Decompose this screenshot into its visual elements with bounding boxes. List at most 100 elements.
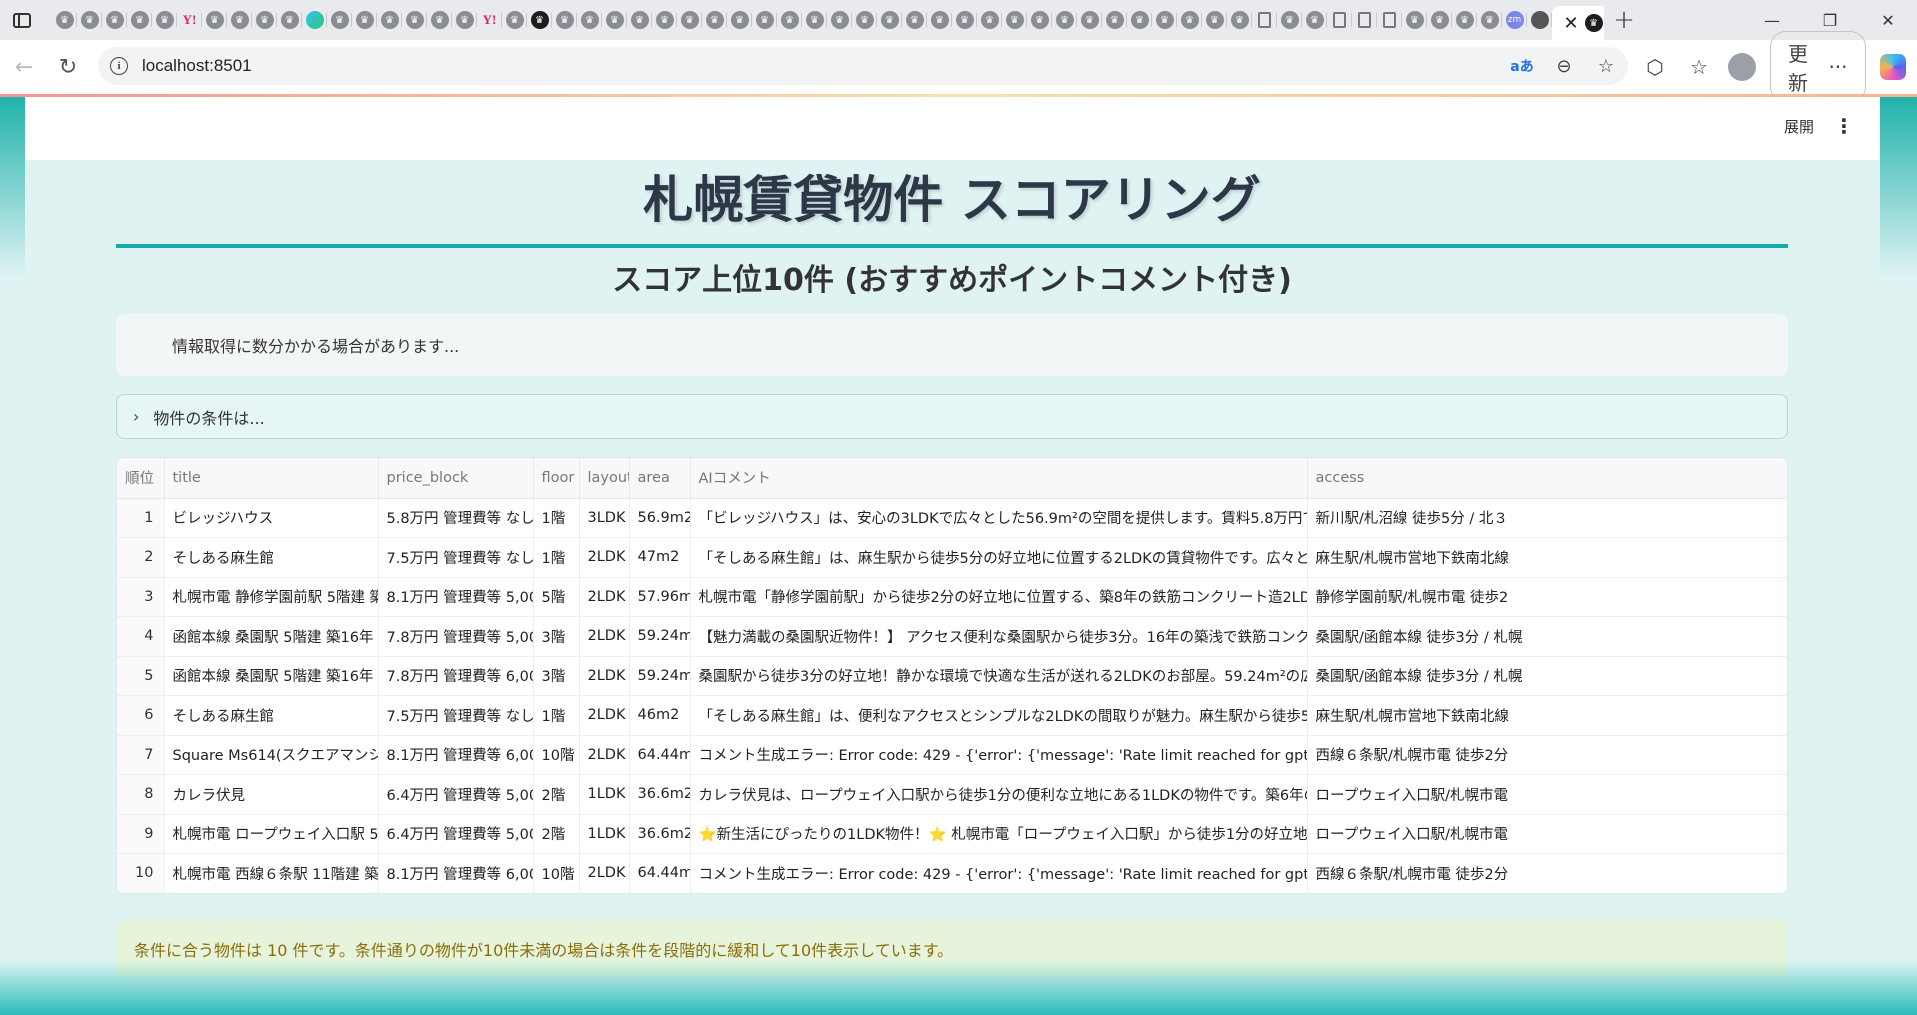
browser-tab[interactable]: ♛ [52,0,77,40]
cell-access[interactable]: 桑園駅/函館本線 徒歩3分 / 札幌 [1307,616,1787,657]
table-row[interactable]: 1 ビレッジハウス 5.8万円 管理費等 なし 1階 3LDK 56.9m2 「ビレッジハウ… [117,498,1787,538]
cell-layout[interactable]: 2LDK [579,695,630,736]
cell-rank[interactable]: 10 [117,853,165,893]
cell-title[interactable]: 函館本線 桑園駅 5階建 築16年 [164,656,379,696]
browser-tab[interactable]: ♛ [1202,0,1227,40]
info-icon[interactable]: i [110,57,128,75]
extensions-icon[interactable]: ⬡ [1640,55,1670,79]
table-row[interactable]: 8カレラ伏見6.4万円 管理費等 5,000円2階1LDK36.6m2カレラ伏見… [117,774,1787,815]
browser-tab[interactable]: ♛ [77,0,102,40]
conditions-expander[interactable]: › 物件の条件は... [116,394,1788,439]
browser-tab[interactable]: ♛ [977,0,1002,40]
zoom-out-icon[interactable]: ⊖ [1552,56,1576,77]
browser-tab[interactable]: ♛ [1477,0,1502,40]
table-row[interactable]: 10札幌市電 西線６条駅 11階建 築23年8.1万円 管理費等 6,000円1… [117,853,1787,893]
browser-tab[interactable] [1377,0,1402,40]
cell-price[interactable]: 6.4万円 管理費等 5,000円 [378,814,534,854]
browser-tab[interactable]: zm [1502,0,1527,40]
cell-layout[interactable]: 1LDK [579,774,630,815]
browser-tab[interactable]: ♛ [827,0,852,40]
new-tab-icon[interactable]: + [1604,5,1644,35]
cell-access[interactable]: 西線６条駅/札幌市電 徒歩2分 [1307,735,1787,775]
browser-tab[interactable]: ♛ [1077,0,1102,40]
cell-price[interactable]: 7.8万円 管理費等 5,000円 [378,616,534,657]
cell-access[interactable]: 桑園駅/函館本線 徒歩3分 / 札幌 [1307,656,1787,696]
table-row[interactable]: 9札幌市電 ロープウェイ入口駅 5階建6.4万円 管理費等 5,000円2階1L… [117,814,1787,854]
cell-layout[interactable]: 2LDK [579,735,630,775]
column-header[interactable]: price_block [378,458,534,499]
results-table[interactable]: 順位 title price_block floor layout area AIコメント a… [116,457,1788,894]
browser-tab[interactable]: ♛ [227,0,252,40]
cell-floor[interactable]: 5階 [533,577,580,617]
browser-tab[interactable]: ♛ [252,0,277,40]
cell-rank[interactable]: 8 [117,774,165,815]
cell-floor[interactable]: 10階 [533,735,580,775]
cell-layout[interactable]: 2LDK [579,577,630,617]
browser-tab[interactable]: ♛ [427,0,452,40]
browser-tab[interactable]: ♛ [127,0,152,40]
cell-access[interactable]: ロープウェイ入口駅/札幌市電 [1307,814,1787,854]
cell-floor[interactable]: 2階 [533,814,580,854]
cell-rank[interactable]: 6 [117,695,165,736]
browser-tab[interactable]: ♛ [777,0,802,40]
browser-tab[interactable]: Y! [177,0,202,40]
main-menu-icon[interactable]: ⋮ [1834,114,1854,138]
browser-tab[interactable]: ♛ [502,0,527,40]
favorites-icon[interactable]: ☆ [1684,55,1714,79]
cell-comment[interactable]: コメント生成エラー: Error code: 429 - {'error': {… [690,735,1308,775]
cell-title[interactable]: 函館本線 桑園駅 5階建 築16年 [164,616,379,657]
cell-title[interactable]: Square Ms614(スクエアマンション) [164,735,379,775]
browser-tab[interactable]: ♛ [102,0,127,40]
cell-title[interactable]: ビレッジハウス [164,498,379,538]
browser-tab[interactable]: ♛ [802,0,827,40]
cell-layout[interactable]: 2LDK [579,616,630,657]
cell-layout[interactable]: 3LDK [579,498,630,538]
cell-access[interactable]: 麻生駅/札幌市営地下鉄南北線 [1307,537,1787,578]
cell-comment[interactable]: 【魅力満載の桑園駅近物件！】 アクセス便利な桑園駅から徒歩3分。16年の築浅で鉄… [690,616,1308,657]
back-icon[interactable]: ← [2,47,46,87]
cell-access[interactable]: 新川駅/札沼線 徒歩5分 / 北３ [1307,498,1787,538]
cell-comment[interactable]: コメント生成エラー: Error code: 429 - {'error': {… [690,853,1308,893]
cell-area[interactable]: 36.6m2 [629,814,691,854]
cell-floor[interactable]: 3階 [533,616,580,657]
browser-tab[interactable]: ♛ [927,0,952,40]
cell-comment[interactable]: 「ビレッジハウス」は、安心の3LDKで広々とした56.9m²の空間を提供します。… [690,498,1308,538]
table-row[interactable]: 3札幌市電 静修学園前駅 5階建 築8年8.1万円 管理費等 5,000円5階2… [117,577,1787,617]
close-window-icon[interactable]: ✕ [1859,0,1917,40]
profile-avatar[interactable] [1728,53,1756,81]
cell-price[interactable]: 7.5万円 管理費等 なし [378,537,534,578]
cell-area[interactable]: 56.9m2 [629,498,691,538]
cell-floor[interactable]: 1階 [533,537,580,578]
column-header[interactable]: access [1307,458,1787,499]
column-header[interactable]: title [164,458,379,499]
cell-area[interactable]: 64.44m2 [629,735,691,775]
column-header[interactable]: AIコメント [690,458,1308,499]
browser-tab[interactable] [1252,0,1277,40]
cell-comment[interactable]: 「そしある麻生館」は、便利なアクセスとシンプルな2LDKの間取りが魅力。麻生駅か… [690,695,1308,736]
cell-price[interactable]: 6.4万円 管理費等 5,000円 [378,774,534,815]
cell-title[interactable]: そしある麻生館 [164,695,379,736]
cell-comment[interactable]: 桑園駅から徒歩3分の好立地！静かな環境で快適な生活が送れる2LDKのお部屋。59… [690,656,1308,696]
cell-area[interactable]: 57.96m2 [629,577,691,617]
cell-title[interactable]: カレラ伏見 [164,774,379,815]
browser-tab[interactable]: ♛ [377,0,402,40]
browser-tab[interactable]: ♛ [577,0,602,40]
tab-actions-menu-icon[interactable] [0,0,44,40]
reload-icon[interactable]: ↻ [46,47,90,87]
cell-rank[interactable]: 3 [117,577,165,617]
cell-price[interactable]: 8.1万円 管理費等 6,000円 [378,735,534,775]
browser-tab[interactable]: ♛ [627,0,652,40]
browser-tab[interactable]: ♛ [702,0,727,40]
browser-tab[interactable]: ♛ [452,0,477,40]
cell-area[interactable]: 47m2 [629,537,691,578]
browser-tab[interactable]: ♛ [152,0,177,40]
browser-tab[interactable]: ♛ [652,0,677,40]
cell-title[interactable]: そしある麻生館 [164,537,379,578]
table-row[interactable]: 5函館本線 桑園駅 5階建 築16年7.8万円 管理費等 6,000円3階2LD… [117,656,1787,696]
browser-tab[interactable]: ♛ [1152,0,1177,40]
browser-tab[interactable]: ♛ [1177,0,1202,40]
cell-area[interactable]: 46m2 [629,695,691,736]
cell-floor[interactable]: 1階 [533,498,580,538]
cell-access[interactable]: 麻生駅/札幌市営地下鉄南北線 [1307,695,1787,736]
column-header[interactable]: layout [579,458,630,499]
